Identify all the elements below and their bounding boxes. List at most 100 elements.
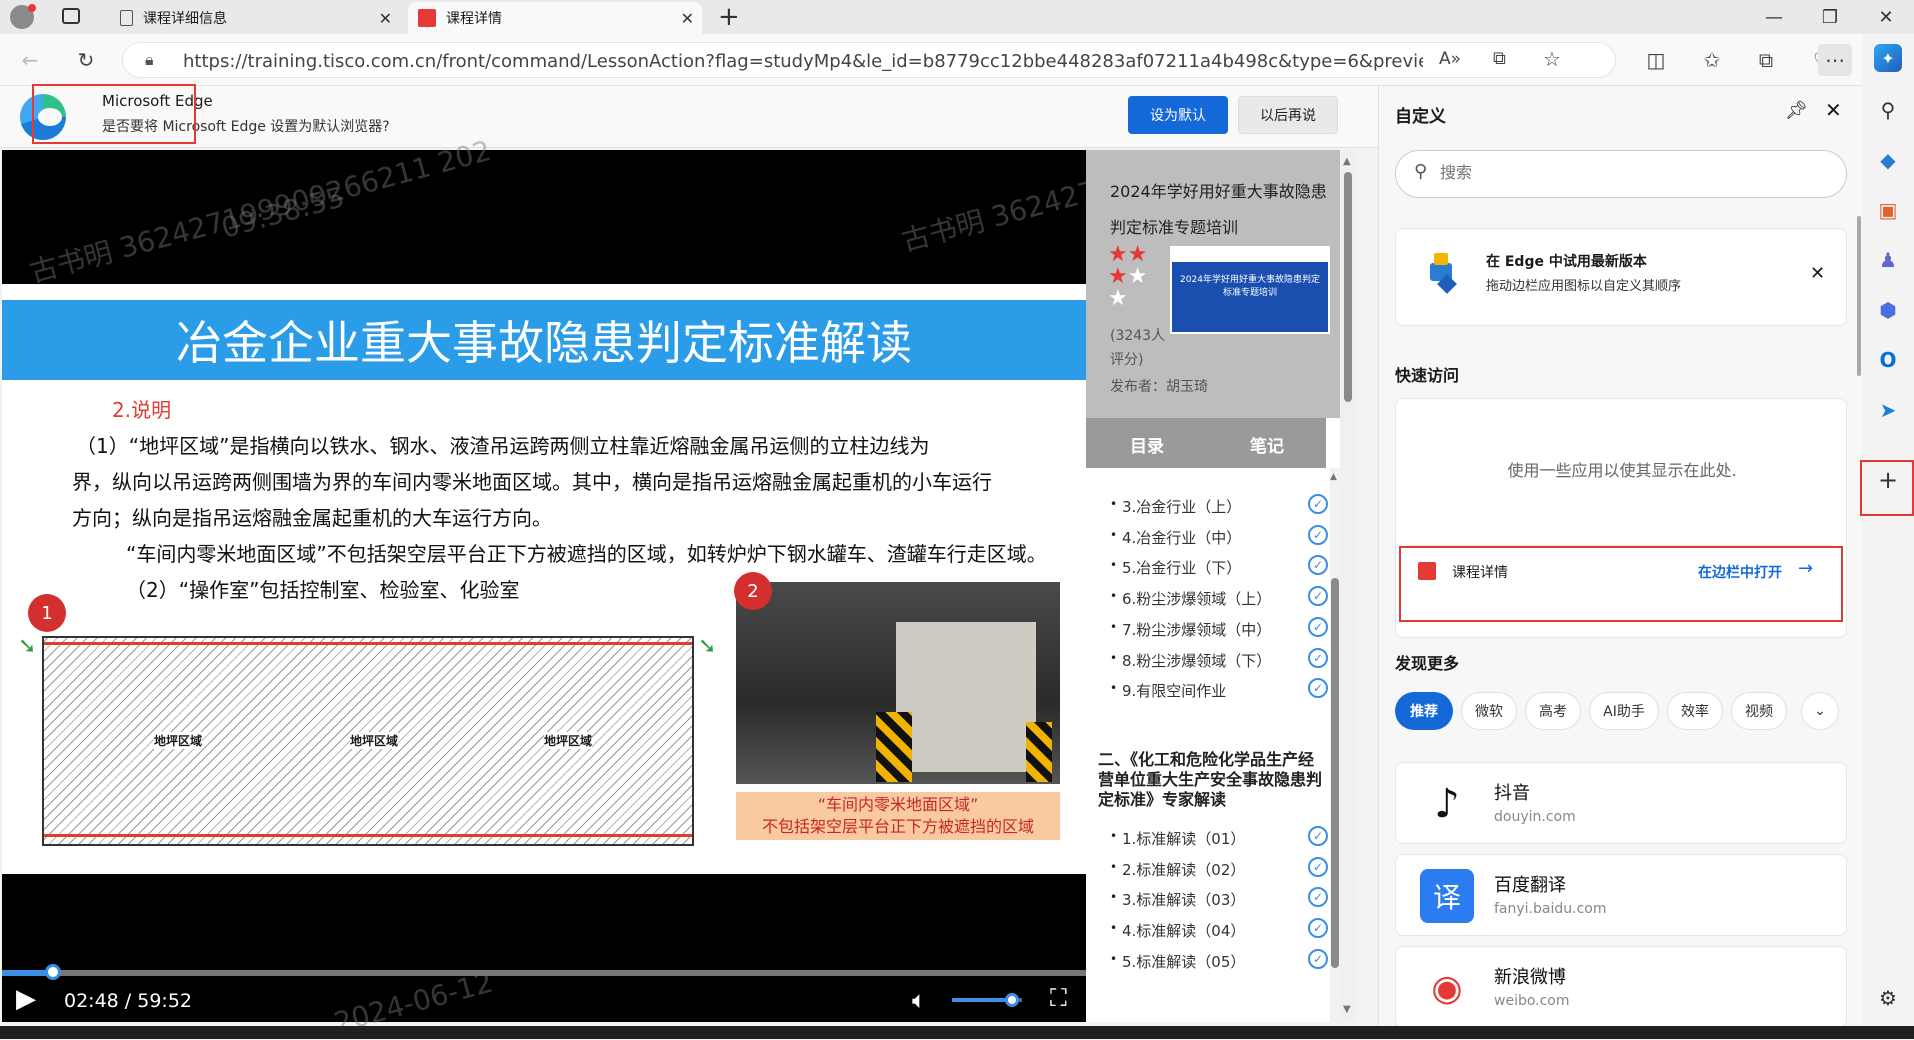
split-screen-icon[interactable]: ◫ <box>1640 44 1672 76</box>
toc-item[interactable]: • 3.标准解读（03） ✓ <box>1086 887 1330 917</box>
slide-line-1: （1）“地坪区域”是指横向以铁水、钢水、液渣吊运跨两侧立柱靠近熔融金属吊运侧的立… <box>76 434 930 458</box>
toc-item[interactable]: • 5.标准解读（05） ✓ <box>1086 948 1330 979</box>
address-bar[interactable]: 🔒︎ https://training.tisco.com.cn/front/c… <box>122 42 1616 78</box>
chip-gaokao[interactable]: 高考 <box>1525 692 1581 730</box>
toc-item[interactable]: • 7.粉尘涉爆领域（中） ✓ <box>1086 616 1330 647</box>
panel-scrollbar[interactable] <box>1857 216 1861 376</box>
open-in-sidebar-link[interactable]: 在边栏中打开 <box>1698 562 1782 582</box>
toc-item[interactable]: • 1.标准解读（01） ✓ <box>1086 826 1330 856</box>
app-card-baidu-translate[interactable]: 译 百度翻译 fanyi.baidu.com <box>1395 854 1847 936</box>
toc-item-label: 4.冶金行业（中） <box>1122 528 1242 547</box>
tab-notes[interactable]: 笔记 <box>1250 432 1284 457</box>
chip-microsoft[interactable]: 微软 <box>1461 692 1517 730</box>
chip-video[interactable]: 视频 <box>1731 692 1787 730</box>
app-card-douyin[interactable]: ♪ 抖音 douyin.com <box>1395 762 1847 844</box>
slide-section: 2.说明 <box>112 398 172 422</box>
suggestion-row[interactable]: 课程详情 在边栏中打开 → <box>1408 545 1834 595</box>
collections-icon[interactable]: ⧉ <box>1750 44 1782 76</box>
course-sidebar: 2024年学好用好重大事故隐患判定标准专题培训 ★★ ★★ ★ 2024年学好用好重… <box>1086 150 1356 1022</box>
volume-icon[interactable]: 🔈︎ <box>912 986 926 1014</box>
bullet-icon: • <box>1110 890 1118 905</box>
progress-track[interactable] <box>2 970 1086 976</box>
toc-item[interactable]: • 8.粉尘涉爆领域（下） ✓ <box>1086 647 1330 678</box>
close-icon[interactable]: ✕ <box>681 9 694 28</box>
games-icon[interactable]: ♟ <box>1874 246 1902 274</box>
video-player[interactable]: 古书明 362427199909266211 202 09:38:55 古书明 … <box>2 134 1134 1039</box>
favorites-icon[interactable]: ✩ <box>1696 44 1728 76</box>
toc-item[interactable]: • 2.标准解读（02） ✓ <box>1086 856 1330 887</box>
panel-search[interactable]: ⚲ <box>1395 150 1847 198</box>
tag-icon[interactable]: ◆ <box>1874 146 1902 174</box>
add-app-icon[interactable]: + <box>1874 466 1902 494</box>
new-tab-button[interactable]: + <box>718 2 740 32</box>
promo-close-icon[interactable]: ✕ <box>1810 263 1825 284</box>
scroll-up-icon[interactable]: ▲ <box>1343 156 1351 167</box>
tab-catalog[interactable]: 目录 <box>1130 432 1164 457</box>
minimize-button[interactable]: — <box>1746 0 1802 34</box>
url-text: https://training.tisco.com.cn/front/comm… <box>183 51 1423 72</box>
read-aloud-icon[interactable]: A» <box>1439 49 1461 69</box>
scrollbar-track[interactable]: ▲ ▼ <box>1340 150 1356 1022</box>
scrollbar-thumb[interactable] <box>1344 172 1352 402</box>
sidebar-settings-icon[interactable]: ⚙ <box>1874 984 1902 1012</box>
course-thumbnail[interactable]: 2024年学好用好重大事故隐患判定标准专题培训 <box>1170 246 1330 334</box>
restore-button[interactable]: ❐ <box>1802 0 1858 34</box>
toc-item[interactable]: • 6.粉尘涉爆领域（上） ✓ <box>1086 586 1330 616</box>
sidebar-rail: ✦ ⚲ ◆ ▣ ♟ ⬢ O ➤ + ⚙ <box>1862 34 1914 1039</box>
tab-course-info[interactable]: 课程详细信息 ✕ <box>110 2 400 34</box>
bullet-icon: • <box>1110 497 1118 511</box>
toc-scrollbar[interactable]: ▲ <box>1330 468 1340 1022</box>
toc-item[interactable]: • 4.标准解读（04） ✓ <box>1086 918 1330 948</box>
fullscreen-icon[interactable]: ⛶ <box>1050 984 1067 1012</box>
completed-check-icon: ✓ <box>1308 856 1328 877</box>
close-panel-icon[interactable]: ✕ <box>1825 98 1842 122</box>
promo-card: 在 Edge 中试用最新版本 拖动边栏应用图标以自定义其顺序 ✕ <box>1395 228 1847 326</box>
caption-line-2: 不包括架空层平台正下方被遮挡的区域 <box>761 817 1034 836</box>
completed-check-icon: ✓ <box>1308 494 1328 514</box>
app-available-icon[interactable]: ⧉ <box>1493 48 1506 69</box>
set-default-button[interactable]: 设为默认 <box>1128 96 1228 134</box>
suggestion-label: 课程详情 <box>1452 565 1508 581</box>
thumb-header <box>1172 248 1328 262</box>
toc-scroll-up-icon[interactable]: ▲ <box>1330 472 1337 482</box>
back-icon[interactable]: ← <box>14 44 46 76</box>
app-name: 抖音 <box>1494 783 1530 804</box>
favorite-star-icon[interactable]: ☆ <box>1543 47 1561 71</box>
toolbox-icon[interactable]: ▣ <box>1874 196 1902 224</box>
toc-item[interactable]: • 5.冶金行业（下） ✓ <box>1086 555 1330 585</box>
play-icon[interactable]: ▶ <box>16 984 36 1014</box>
toc-scrollbar-thumb[interactable] <box>1331 578 1339 968</box>
lock-icon[interactable]: 🔒︎ <box>145 50 154 70</box>
outlook-icon[interactable]: O <box>1874 346 1902 374</box>
bullet-icon: • <box>1110 829 1118 843</box>
completed-check-icon: ✓ <box>1308 616 1328 637</box>
close-icon[interactable]: ✕ <box>379 9 392 28</box>
microsoft365-icon[interactable]: ⬢ <box>1874 296 1902 324</box>
send-icon[interactable]: ➤ <box>1874 396 1902 424</box>
search-input[interactable] <box>1440 163 1820 182</box>
toc-item[interactable]: • 9.有限空间作业 ✓ <box>1086 678 1330 708</box>
workspaces-icon[interactable] <box>62 8 80 24</box>
badge-1: 1 <box>28 594 66 632</box>
app-name: 新浪微博 <box>1494 967 1566 988</box>
later-button[interactable]: 以后再说 <box>1238 96 1338 134</box>
more-options-icon[interactable]: ⋯ <box>1818 44 1852 76</box>
search-icon[interactable]: ⚲ <box>1874 96 1902 124</box>
copilot-icon[interactable]: ✦ <box>1874 44 1902 72</box>
chips-expand-icon[interactable]: ⌄ <box>1801 692 1839 730</box>
progress-knob[interactable] <box>44 964 61 980</box>
completed-check-icon: ✓ <box>1308 647 1328 668</box>
volume-knob[interactable] <box>1004 993 1019 1007</box>
close-window-button[interactable]: ✕ <box>1858 0 1914 34</box>
app-card-weibo[interactable]: ◉ 新浪微博 weibo.com <box>1395 946 1847 1028</box>
chip-ai[interactable]: AI助手 <box>1589 692 1659 730</box>
chip-recommended[interactable]: 推荐 <box>1395 692 1453 730</box>
refresh-icon[interactable]: ↻ <box>70 44 102 76</box>
thumb-title: 2024年学好用好重大事故隐患判定标准专题培训 <box>1180 275 1320 298</box>
chip-efficiency[interactable]: 效率 <box>1667 692 1723 730</box>
tab-course-detail[interactable]: 课程详情 ✕ <box>408 2 702 34</box>
toc-item[interactable]: • 4.冶金行业（中） ✓ <box>1086 524 1330 555</box>
scroll-down-icon[interactable]: ▼ <box>1343 1004 1351 1015</box>
pin-icon[interactable]: 📌︎ <box>1785 100 1808 121</box>
toc-item[interactable]: • 3.冶金行业（上） ✓ <box>1086 494 1330 524</box>
